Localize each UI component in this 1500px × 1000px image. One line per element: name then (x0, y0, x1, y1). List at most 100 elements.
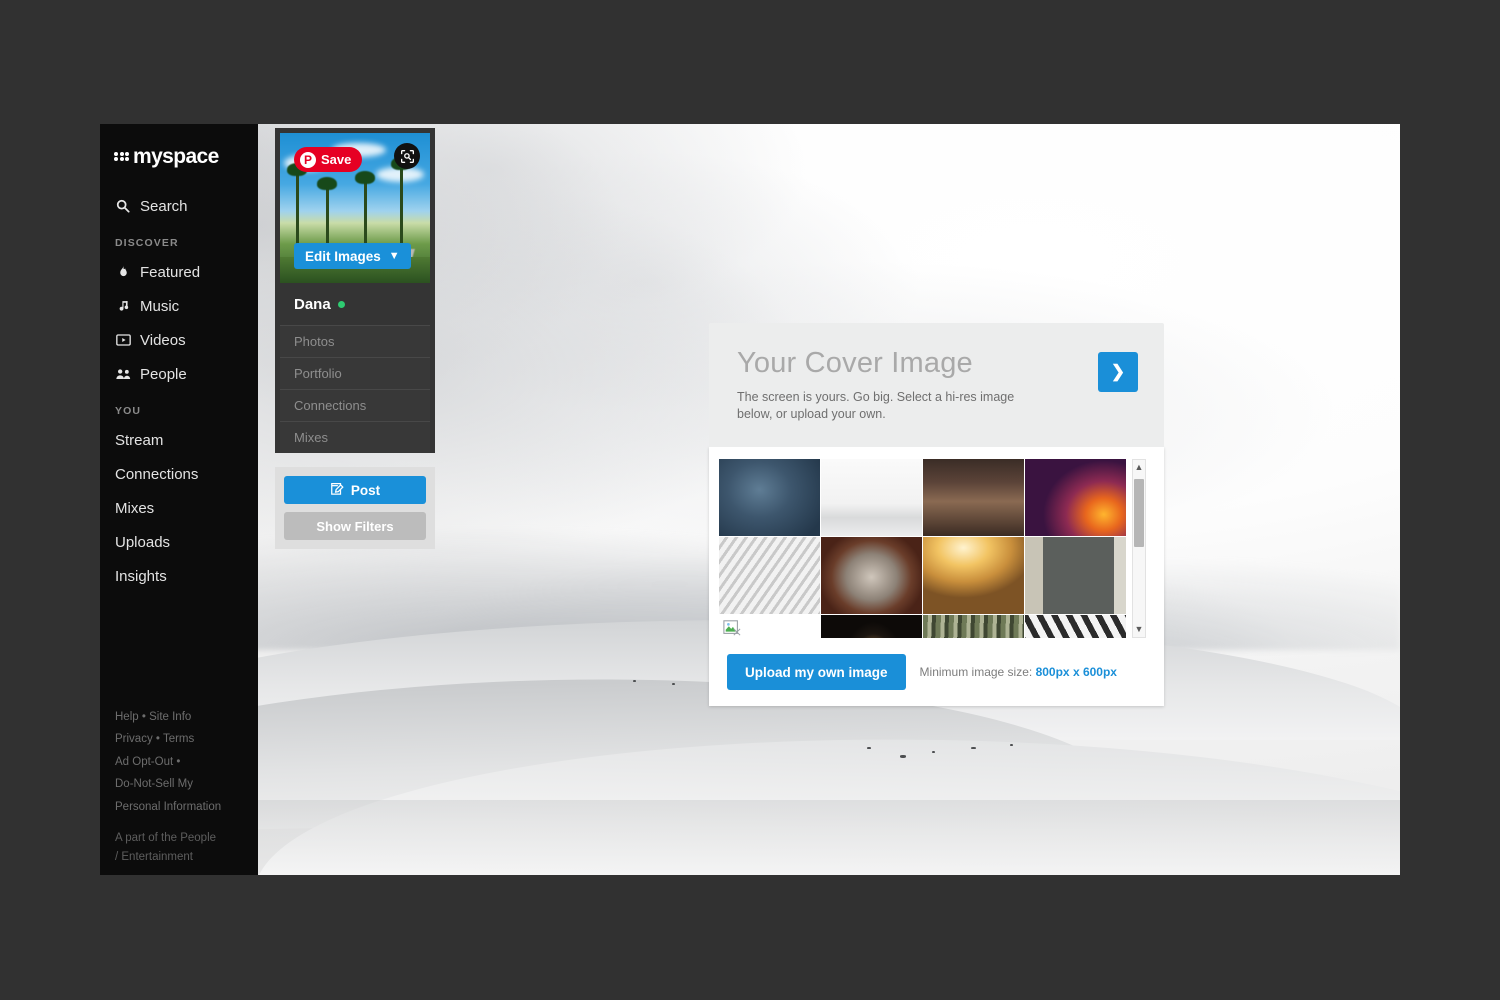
min-size-value: 800px x 600px (1035, 665, 1117, 679)
video-icon (115, 334, 131, 346)
sidebar-item-label: Featured (140, 263, 201, 281)
footer-separator: • (176, 755, 181, 768)
thumbnail-purple-fire-sparks[interactable] (1025, 459, 1126, 536)
footer-separator: • (155, 733, 160, 745)
scrollbar-thumb[interactable] (1134, 479, 1144, 547)
profile-column: P Save Edit Images ▼ Dana Photos Portfol… (275, 128, 435, 549)
footer-link-privacy[interactable]: Privacy (115, 733, 153, 745)
next-button[interactable]: ❯ (1098, 352, 1138, 392)
flame-icon (115, 265, 131, 279)
footer-line-3: Ad Opt-Out • (115, 751, 255, 774)
dune-shadow (100, 799, 1400, 875)
thumbnail-white-snow-landscape[interactable] (821, 459, 922, 536)
thumbnail-grayscale-structure[interactable] (719, 537, 820, 614)
compose-icon (330, 482, 344, 499)
footer-link-help[interactable]: Help (115, 711, 139, 723)
thumbnail-dark-doorway-light[interactable] (821, 615, 922, 638)
caret-down-icon[interactable]: ▼ (1135, 622, 1144, 637)
myspace-dots-icon (114, 151, 129, 162)
thumbnail-grid (719, 459, 1126, 638)
profile-nav-photos[interactable]: Photos (280, 325, 430, 357)
footer-link-terms[interactable]: Terms (163, 733, 194, 745)
footer-link-do-not-sell-line1[interactable]: Do-Not-Sell My (115, 773, 255, 796)
cover-dialog-header: Your Cover Image The screen is yours. Go… (709, 323, 1164, 447)
palm-top (317, 177, 337, 190)
thumbnail-area: ▲ ▼ (719, 459, 1154, 638)
sidebar-footer: Help • Site Info Privacy • Terms Ad Opt-… (115, 706, 255, 868)
thumbnail-vintage-workbench[interactable] (923, 459, 1024, 536)
sidebar-item-connections[interactable]: Connections (100, 457, 258, 491)
profile-nav-connections[interactable]: Connections (280, 389, 430, 421)
thumbnail-green-reeds[interactable] (923, 615, 1024, 638)
left-sidebar: myspace Search DISCOVER Featured Music V… (100, 124, 258, 875)
cover-dialog-footer: Upload my own image Minimum image size: … (719, 638, 1154, 696)
sidebar-item-insights[interactable]: Insights (100, 559, 258, 593)
chevron-down-icon: ▼ (388, 250, 400, 262)
pinterest-save-button[interactable]: P Save (294, 147, 363, 172)
online-status-dot (337, 301, 345, 308)
sidebar-section-discover: DISCOVER (115, 237, 179, 249)
myspace-logo[interactable]: myspace (100, 124, 258, 167)
show-filters-button[interactable]: Show Filters (284, 512, 426, 540)
sidebar-section-you: YOU (115, 405, 142, 417)
pinterest-icon: P (300, 151, 316, 168)
chevron-right-icon: ❯ (1110, 362, 1126, 381)
thumbnail-concrete-building[interactable] (1025, 537, 1126, 614)
sidebar-item-uploads[interactable]: Uploads (100, 525, 258, 559)
edit-images-button[interactable]: Edit Images ▼ (294, 243, 411, 269)
speck (932, 751, 935, 754)
myspace-wordmark: myspace (133, 145, 219, 168)
visual-search-icon[interactable] (394, 143, 420, 169)
sidebar-item-featured[interactable]: Featured (100, 255, 258, 289)
page-title: Your Cover Image (737, 347, 973, 379)
thumbnail-golden-cattle-herd[interactable] (923, 537, 1024, 614)
sidebar-item-music[interactable]: Music (100, 289, 258, 323)
people-icon (115, 368, 131, 380)
thumbnail-scrollbar[interactable]: ▲ ▼ (1132, 459, 1146, 638)
myspace-page: myspace Search DISCOVER Featured Music V… (100, 124, 1400, 875)
post-label: Post (350, 482, 381, 498)
palm-top (355, 171, 375, 184)
edit-images-label: Edit Images (305, 248, 381, 264)
post-button[interactable]: Post (284, 476, 426, 504)
footer-separator: • (141, 710, 146, 723)
sidebar-item-label: Music (140, 297, 180, 315)
sidebar-item-mixes[interactable]: Mixes (100, 491, 258, 525)
sidebar-item-search[interactable]: Search (100, 189, 258, 223)
upload-my-own-image-button[interactable]: Upload my own image (727, 654, 906, 690)
thumbnail-blue-ice-texture[interactable] (719, 459, 820, 536)
sidebar-item-people[interactable]: People (100, 357, 258, 391)
sidebar-item-label: People (140, 365, 187, 383)
cover-dialog-body: ▲ ▼ Upload my own image Minimum image si… (709, 447, 1164, 706)
broken-image-icon (723, 620, 741, 636)
footer-link-do-not-sell-line2[interactable]: Personal Information (115, 796, 255, 819)
palm-trunk (400, 165, 403, 245)
min-size-prefix: Minimum image size: (919, 665, 1033, 679)
palm-trunk (364, 179, 367, 247)
footer-link-ad-opt-out[interactable]: Ad Opt-Out (115, 756, 173, 768)
profile-name-row: Dana (280, 283, 430, 325)
footer-note: A part of the People / Entertainment (115, 829, 255, 867)
thumbnail-broken-image-placeholder[interactable] (719, 615, 820, 638)
pinterest-save-label: Save (321, 152, 352, 167)
profile-nav-mixes[interactable]: Mixes (280, 421, 430, 453)
caret-up-icon[interactable]: ▲ (1135, 460, 1144, 475)
footer-link-site-info[interactable]: Site Info (149, 711, 191, 723)
sidebar-item-stream[interactable]: Stream (100, 423, 258, 457)
footer-note-line2: / Entertainment (115, 851, 193, 863)
cover-image-dialog: Your Cover Image The screen is yours. Go… (709, 323, 1164, 706)
minimum-image-size-text: Minimum image size: 800px x 600px (920, 665, 1117, 679)
speck (1010, 743, 1013, 746)
search-icon (115, 199, 131, 213)
avatar[interactable]: P Save Edit Images ▼ (280, 133, 430, 283)
profile-nav-portfolio[interactable]: Portfolio (280, 357, 430, 389)
thumbnail-white-stripes-angles[interactable] (1025, 615, 1126, 638)
sidebar-item-videos[interactable]: Videos (100, 323, 258, 357)
music-note-icon (115, 299, 131, 313)
sidebar-item-label: Search (140, 197, 188, 215)
thumbnail-drum-with-sticks[interactable] (821, 537, 922, 614)
footer-line-1: Help • Site Info (115, 706, 255, 729)
profile-actions: Post Show Filters (275, 467, 435, 549)
scrollbar-track[interactable] (1133, 475, 1145, 622)
profile-avatar-card: P Save Edit Images ▼ Dana Photos Portfol… (275, 128, 435, 453)
